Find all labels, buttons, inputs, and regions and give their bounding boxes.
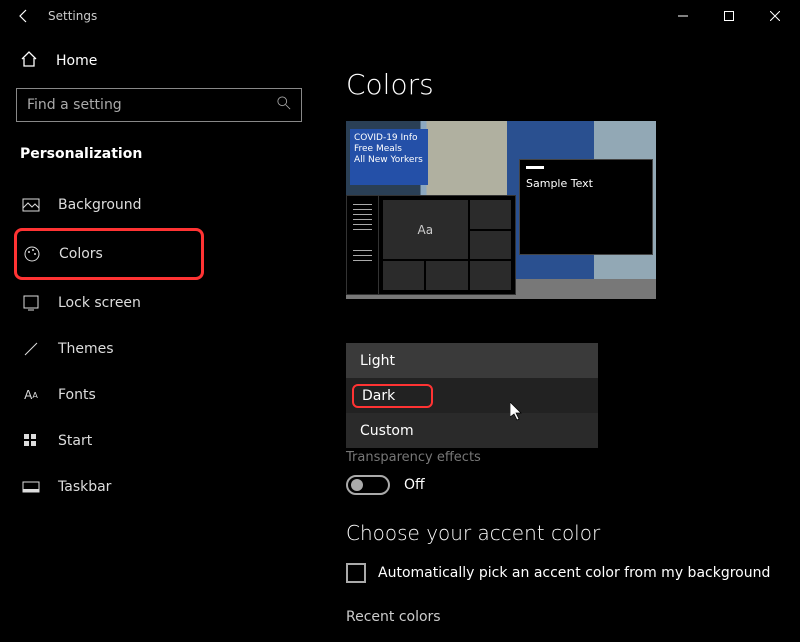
nav-label: Background bbox=[58, 197, 142, 213]
sidebar-item-taskbar[interactable]: Taskbar bbox=[16, 464, 302, 510]
brush-icon bbox=[22, 340, 40, 358]
option-label: Dark bbox=[352, 384, 433, 408]
toggle-knob bbox=[351, 479, 363, 491]
theme-preview: COVID-19 Info Free Meals All New Yorkers… bbox=[346, 121, 656, 299]
sidebar-item-lockscreen[interactable]: Lock screen bbox=[16, 280, 302, 326]
app-title: Settings bbox=[48, 9, 660, 23]
preview-sample-text: Sample Text bbox=[526, 177, 646, 190]
maximize-button[interactable] bbox=[706, 0, 752, 32]
preview-start-window: Aa bbox=[346, 195, 516, 295]
sidebar-item-themes[interactable]: Themes bbox=[16, 326, 302, 372]
home-label: Home bbox=[56, 53, 97, 69]
auto-accent-row[interactable]: Automatically pick an accent color from … bbox=[346, 563, 776, 583]
nav-label: Themes bbox=[58, 341, 114, 357]
accent-heading: Choose your accent color bbox=[346, 521, 776, 545]
startgrid-icon bbox=[22, 432, 40, 450]
picture-icon bbox=[22, 196, 40, 214]
nav-label: Lock screen bbox=[58, 295, 141, 311]
search-placeholder: Find a setting bbox=[27, 97, 277, 113]
close-button[interactable] bbox=[752, 0, 798, 32]
preview-titlebar-stub bbox=[526, 166, 544, 169]
palette-icon bbox=[23, 245, 41, 263]
sidebar-item-background[interactable]: Background bbox=[16, 182, 302, 228]
transparency-toggle-row: Off bbox=[346, 475, 776, 495]
option-custom[interactable]: Custom bbox=[346, 413, 598, 448]
sidebar-item-colors[interactable]: Colors bbox=[14, 228, 204, 280]
preview-side bbox=[347, 196, 379, 294]
cursor-icon bbox=[510, 402, 526, 422]
option-label: Light bbox=[360, 353, 395, 369]
lockscreen-icon bbox=[22, 294, 40, 312]
nav-label: Fonts bbox=[58, 387, 96, 403]
sidebar-item-fonts[interactable]: AA Fonts bbox=[16, 372, 302, 418]
minimize-button[interactable] bbox=[660, 0, 706, 32]
preview-aa-tile: Aa bbox=[383, 200, 468, 259]
titlebar: Settings bbox=[0, 0, 800, 32]
nav-label: Start bbox=[58, 433, 92, 449]
preview-tiles: Aa bbox=[379, 196, 515, 294]
preview-sample-window: Sample Text bbox=[519, 159, 653, 255]
search-icon bbox=[277, 96, 291, 114]
back-icon[interactable] bbox=[16, 8, 32, 24]
settings-window: Settings Home Find a setting Personaliza… bbox=[0, 0, 800, 642]
body: Home Find a setting Personalization Back… bbox=[0, 32, 800, 642]
window-controls bbox=[660, 0, 798, 32]
nav-label: Taskbar bbox=[58, 479, 111, 495]
search-input[interactable]: Find a setting bbox=[16, 88, 302, 122]
toggle-state-label: Off bbox=[404, 477, 425, 493]
nav-label: Colors bbox=[59, 246, 103, 262]
transparency-label: Transparency effects bbox=[346, 450, 776, 465]
section-header: Personalization bbox=[20, 146, 302, 162]
preview-billboard: COVID-19 Info Free Meals All New Yorkers bbox=[350, 129, 428, 185]
sidebar-item-start[interactable]: Start bbox=[16, 418, 302, 464]
home-icon bbox=[20, 50, 38, 72]
transparency-toggle[interactable] bbox=[346, 475, 390, 495]
home-link[interactable]: Home bbox=[16, 40, 302, 88]
option-dark[interactable]: Dark bbox=[346, 378, 598, 413]
recent-colors-label: Recent colors bbox=[346, 609, 776, 625]
taskbar-icon bbox=[22, 478, 40, 496]
option-label: Custom bbox=[360, 423, 414, 439]
auto-accent-label: Automatically pick an accent color from … bbox=[378, 565, 770, 581]
option-light[interactable]: Light bbox=[346, 343, 598, 378]
page-title: Colors bbox=[346, 68, 776, 101]
sidebar: Home Find a setting Personalization Back… bbox=[0, 32, 318, 642]
main-content: Colors COVID-19 Info Free Meals All New … bbox=[318, 32, 800, 642]
auto-accent-checkbox[interactable] bbox=[346, 563, 366, 583]
nav-list: Background Colors Lock screen Themes AA … bbox=[16, 182, 302, 510]
font-icon: AA bbox=[22, 386, 40, 404]
color-mode-dropdown[interactable]: Light Dark Custom bbox=[346, 343, 598, 448]
